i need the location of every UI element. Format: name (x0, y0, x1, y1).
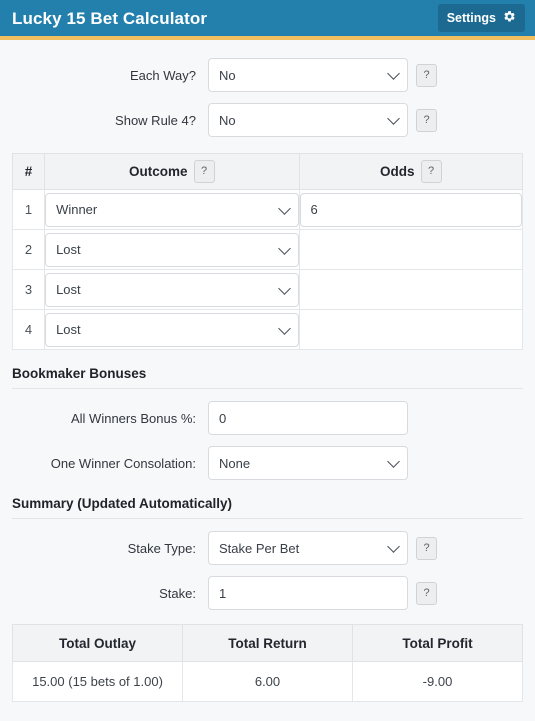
totals-header-row: Total Outlay Total Return Total Profit (12, 624, 523, 662)
settings-button[interactable]: Settings (437, 4, 525, 32)
stake-input[interactable]: 1 (208, 576, 408, 610)
all-winners-bonus-input[interactable]: 0 (208, 401, 408, 435)
chevron-down-icon (387, 455, 400, 468)
odds-help-button[interactable]: ? (420, 160, 442, 183)
outcome-select-2[interactable]: Lost (45, 232, 299, 267)
odds-cell (298, 309, 524, 350)
outcome-cell: Lost (44, 269, 300, 310)
app-header: Lucky 15 Bet Calculator Settings (0, 0, 535, 40)
outcome-value-2: Lost (56, 242, 81, 257)
show-rule4-help-button[interactable]: ? (416, 108, 437, 132)
chevron-down-icon (277, 241, 291, 255)
chevron-down-icon (387, 112, 400, 125)
settings-button-label: Settings (446, 11, 496, 25)
show-rule4-row: Show Rule 4? No ? (0, 103, 535, 137)
one-winner-consolation-value: None (219, 455, 251, 471)
row-number: 1 (11, 189, 46, 230)
chevron-down-icon (277, 201, 291, 215)
stake-row: Stake: 1 ? (0, 576, 535, 610)
odds-cell (298, 269, 524, 310)
gear-icon (503, 10, 516, 26)
total-profit-value: -9.00 (352, 661, 523, 702)
odds-cell: 6 (298, 189, 524, 230)
table-row: 1 Winner 6 (11, 189, 524, 230)
all-winners-bonus-label: All Winners Bonus %: (71, 410, 196, 426)
show-rule4-label: Show Rule 4? (115, 112, 196, 128)
table-row: 4 Lost (11, 309, 524, 350)
row-number: 4 (11, 309, 46, 350)
header-odds: Odds ? (298, 153, 524, 190)
row-number: 2 (11, 229, 46, 270)
outcome-select-1[interactable]: Winner (45, 192, 299, 227)
stake-help-button[interactable]: ? (416, 581, 437, 605)
outcome-cell: Lost (44, 229, 300, 270)
one-winner-consolation-label: One Winner Consolation: (50, 455, 196, 471)
odds-cell (298, 229, 524, 270)
each-way-label: Each Way? (130, 67, 196, 83)
summary-heading: Summary (Updated Automatically) (12, 496, 523, 519)
all-winners-bonus-value: 0 (219, 410, 227, 426)
header-total-outlay: Total Outlay (12, 624, 183, 662)
outcome-value-1: Winner (56, 202, 98, 217)
table-row: 2 Lost (11, 229, 524, 270)
odds-input-1[interactable]: 6 (299, 192, 522, 227)
bonuses-heading: Bookmaker Bonuses (12, 366, 523, 389)
chevron-down-icon (387, 67, 400, 80)
total-return-value: 6.00 (182, 661, 353, 702)
each-way-value: No (219, 67, 236, 83)
header-odds-label: Odds (380, 164, 415, 179)
stake-label: Stake: (159, 585, 196, 601)
each-way-row: Each Way? No ? (0, 58, 535, 92)
outcome-value-4: Lost (56, 322, 81, 337)
chevron-down-icon (387, 540, 400, 553)
show-rule4-value: No (219, 112, 236, 128)
outcome-cell: Winner (44, 189, 300, 230)
header-number: # (11, 153, 46, 190)
row-number: 3 (11, 269, 46, 310)
total-outlay-value: 15.00 (15 bets of 1.00) (12, 661, 183, 702)
chevron-down-icon (277, 281, 291, 295)
totals-row: 15.00 (15 bets of 1.00) 6.00 -9.00 (12, 661, 523, 702)
totals-table: Total Outlay Total Return Total Profit 1… (12, 624, 523, 702)
outcome-cell: Lost (44, 309, 300, 350)
one-winner-consolation-select[interactable]: None (208, 446, 408, 480)
outcome-help-button[interactable]: ? (193, 160, 215, 183)
stake-value: 1 (219, 585, 227, 601)
stake-type-row: Stake Type: Stake Per Bet ? (0, 531, 535, 565)
outcome-select-3[interactable]: Lost (45, 272, 299, 307)
each-way-select[interactable]: No (208, 58, 408, 92)
outcome-select-4[interactable]: Lost (45, 312, 299, 347)
bet-selections-table: # Outcome ? Odds ? 1 Winner 6 2 Lost 3 L… (11, 153, 524, 350)
header-outcome: Outcome ? (44, 153, 300, 190)
one-winner-consolation-row: One Winner Consolation: None (0, 446, 535, 480)
stake-type-help-button[interactable]: ? (416, 536, 437, 560)
header-total-return: Total Return (182, 624, 353, 662)
header-total-profit: Total Profit (352, 624, 523, 662)
stake-type-label: Stake Type: (127, 540, 196, 556)
table-header-row: # Outcome ? Odds ? (11, 153, 524, 190)
stake-type-value: Stake Per Bet (219, 540, 300, 556)
show-rule4-select[interactable]: No (208, 103, 408, 137)
outcome-value-3: Lost (56, 282, 81, 297)
chevron-down-icon (277, 321, 291, 335)
page-title: Lucky 15 Bet Calculator (12, 8, 208, 28)
header-outcome-label: Outcome (129, 164, 188, 179)
stake-type-select[interactable]: Stake Per Bet (208, 531, 408, 565)
each-way-help-button[interactable]: ? (416, 63, 437, 87)
all-winners-bonus-row: All Winners Bonus %: 0 (0, 401, 535, 435)
odds-value-1: 6 (310, 202, 318, 217)
table-row: 3 Lost (11, 269, 524, 310)
